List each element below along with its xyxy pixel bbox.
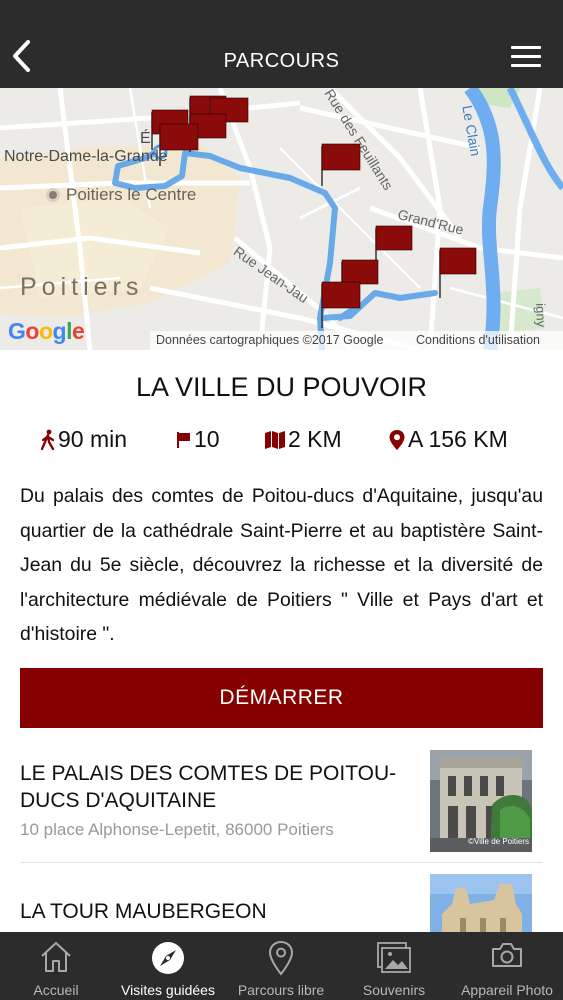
stat-duration: 90 min xyxy=(40,426,127,453)
google-logo: Google xyxy=(8,318,85,344)
stat-stops: 10 xyxy=(176,426,220,453)
map-attribution: Données cartographiques ©2017 Google Con… xyxy=(150,331,563,350)
route-description: Du palais des comtes de Poitou-ducs d'Aq… xyxy=(20,485,543,645)
place-name: LE PALAIS DES COMTES DE POITOU-DUCS D'AQ… xyxy=(20,762,397,812)
place-name: LA TOUR MAUBERGEON xyxy=(20,900,267,923)
route-title: LA VILLE DU POUVOIR xyxy=(135,372,428,402)
stat-proximity-value: A 156 KM xyxy=(408,426,508,452)
map-pin-icon xyxy=(268,940,294,976)
stat-stops-value: 10 xyxy=(194,426,220,452)
map-data-credit: Données cartographiques ©2017 Google xyxy=(156,333,384,347)
start-button[interactable]: DÉMARRER xyxy=(20,668,543,728)
stat-duration-value: 90 min xyxy=(58,426,128,452)
stat-distance-value: 2 KM xyxy=(288,426,342,452)
map-label-cathedral-fragment: É xyxy=(140,130,151,147)
map-label-edge: igny xyxy=(533,303,549,328)
hamburger-menu-icon[interactable] xyxy=(511,46,541,68)
walking-icon xyxy=(40,429,55,450)
page-title: PARCOURS xyxy=(223,50,340,72)
home-icon xyxy=(41,942,71,972)
route-map[interactable]: Notre-Dame-la-Grande É Poitiers le Centr… xyxy=(0,88,563,350)
app-header: PARCOURS xyxy=(0,0,563,88)
compass-icon xyxy=(152,942,184,974)
map-label-city: Poitiers xyxy=(20,273,144,301)
flag-icon xyxy=(177,431,190,448)
place-thumbnail: ©Ville de Poitiers xyxy=(430,750,532,852)
stat-distance: 2 KM xyxy=(264,426,342,453)
map-terms-link[interactable]: Conditions d'utilisation xyxy=(416,333,540,347)
tab-label: Appareil Photo xyxy=(461,982,553,998)
folded-map-icon xyxy=(265,430,285,449)
route-stats: 90 min 10 2 KM A 156 KM xyxy=(0,426,563,458)
stat-proximity: A 156 KM xyxy=(388,426,508,453)
photo-gallery-icon xyxy=(377,942,411,973)
photo-credit: ©Ville de Poitiers xyxy=(468,837,529,846)
place-address: 10 place Alphonse-Lepetit, 86000 Poitier… xyxy=(20,820,334,839)
poi-marker-icon xyxy=(46,188,60,202)
map-label-poitiers-centre: Poitiers le Centre xyxy=(66,185,197,204)
list-divider xyxy=(20,862,543,863)
tab-appareil-photo[interactable]: Appareil Photo xyxy=(451,932,563,1000)
camera-icon xyxy=(492,943,522,967)
location-pin-icon xyxy=(389,429,405,450)
map-label-notre-dame: Notre-Dame-la-Grande xyxy=(4,148,168,165)
tab-bar: Accueil Visites guidées Parcours libre S… xyxy=(0,932,563,1000)
